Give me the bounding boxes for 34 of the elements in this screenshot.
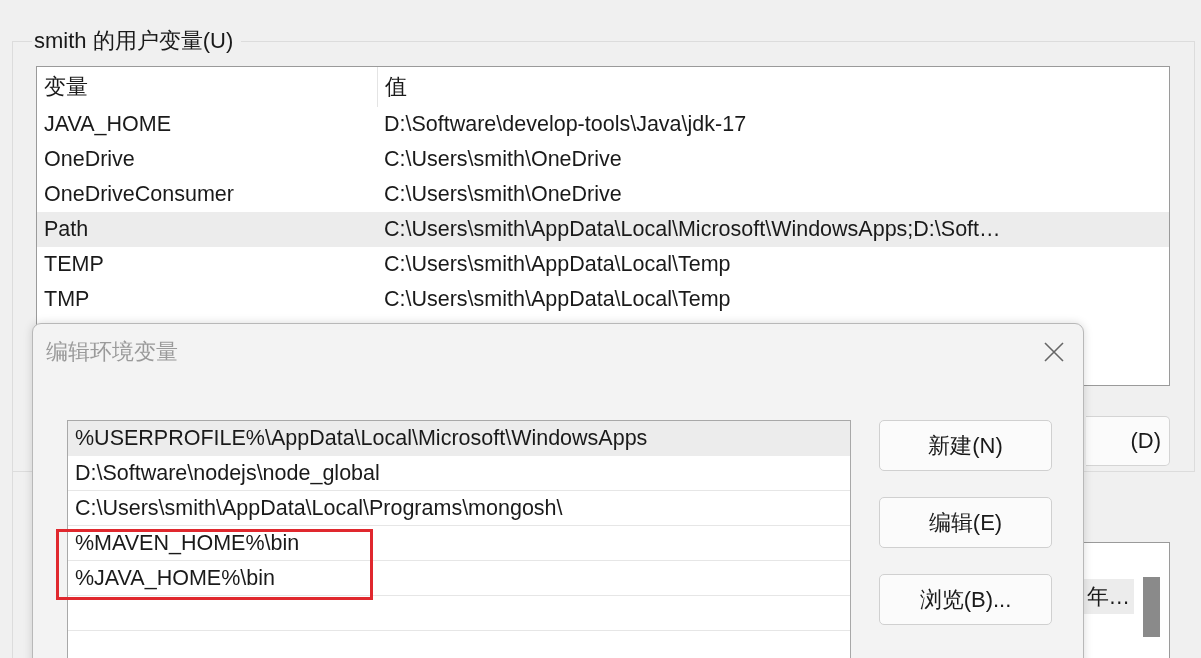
column-header[interactable]: 变量 [37, 67, 377, 107]
list-item[interactable]: D:\Software\nodejs\node_global [68, 456, 850, 491]
delete-button[interactable]: (D) [1086, 416, 1170, 466]
table-cell-text: TEMP [43, 252, 105, 277]
table-cell-text: C:\Users\smith\AppData\Local\Temp [383, 252, 732, 277]
dialog-button[interactable]: 浏览(B)... [879, 574, 1052, 625]
table-cell-text: 年… [1085, 584, 1130, 611]
table-cell-text: TMP [43, 287, 91, 312]
table-row[interactable]: OneDriveConsumer C:\Users\smith\OneDrive [37, 177, 1169, 212]
column-header[interactable]: 值 [377, 67, 1134, 107]
table-row[interactable]: TMP C:\Users\smith\AppData\Local\Temp [37, 282, 1169, 317]
list-item[interactable]: %MAVEN_HOME%\bin [68, 526, 850, 561]
table-row[interactable]: TEMP C:\Users\smith\AppData\Local\Temp [37, 247, 1169, 282]
table-cell-text: JAVA_HOME [43, 112, 173, 137]
group-title: smith 的用户变量(U) [33, 27, 235, 55]
list-item[interactable]: C:\Users\smith\AppData\Local\Programs\mongosh\ [68, 491, 850, 526]
list-item[interactable]: %USERPROFILE%\AppData\Local\Microsoft\WindowsApps [68, 421, 850, 456]
table-cell-text: C:\Users\smith\OneDrive [383, 147, 623, 172]
list-item[interactable]: %JAVA_HOME%\bin [68, 561, 850, 596]
table-cell-text: C:\Users\smith\OneDrive [383, 182, 623, 207]
table-cell-text: C:\Users\smith\AppData\Local\Temp [383, 287, 732, 312]
dialog-button[interactable]: 编辑(E) [879, 497, 1052, 548]
table-cell-text: OneDrive [43, 147, 136, 172]
dialog-title: 编辑环境变量 [46, 338, 178, 366]
close-icon[interactable] [1043, 341, 1065, 363]
table-cell-text: Path [43, 217, 90, 242]
table-cell-text: D:\Software\develop-tools\Java\jdk-17 [383, 112, 748, 137]
dialog-button[interactable]: 新建(N) [879, 420, 1052, 471]
scrollbar-thumb[interactable] [1143, 577, 1160, 637]
table-row[interactable]: Path C:\Users\smith\AppData\Local\Microsoft\WindowsApps;D:\Soft… [37, 212, 1169, 247]
table-cell-text: OneDriveConsumer [43, 182, 235, 207]
table-cell-text: C:\Users\smith\AppData\Local\Microsoft\WindowsApps;D:\Soft… [383, 217, 1002, 242]
table-row[interactable]: OneDrive C:\Users\smith\OneDrive [37, 142, 1169, 177]
table-row[interactable]: JAVA_HOME D:\Software\develop-tools\Java\jdk-17 [37, 107, 1169, 142]
